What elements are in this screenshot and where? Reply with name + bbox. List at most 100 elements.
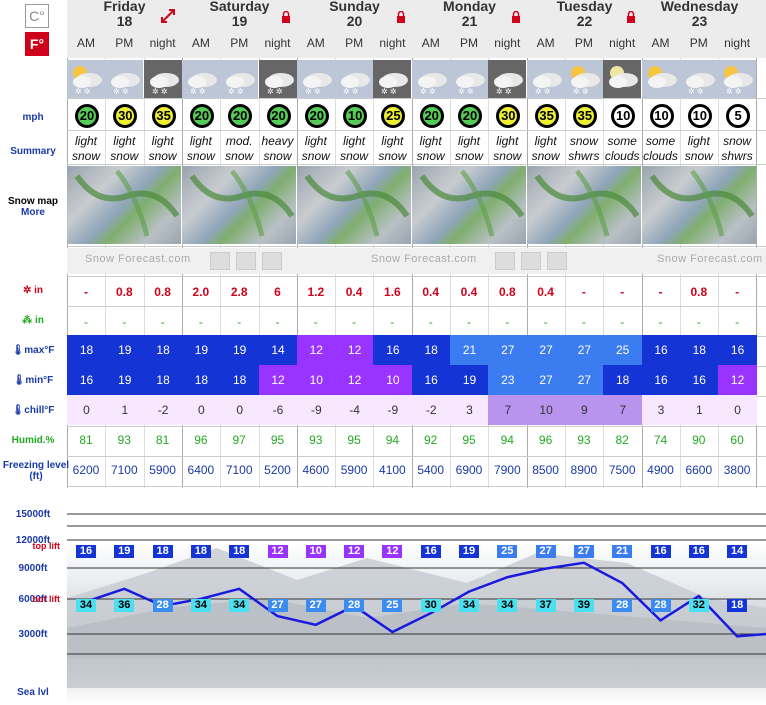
max-temp-cell: 18 [143,335,183,365]
redo-icon[interactable] [521,252,541,270]
fahrenheit-button[interactable]: F° [25,32,49,56]
night-heavy-snow-icon: ✲ ✲ [258,60,297,98]
bot-lift-temp: 30 [420,599,441,612]
fahrenheit-label: F° [29,36,45,52]
min-temp-cell: 16 [67,365,106,395]
cloud-snow-icon: ✲ ✲ [181,60,220,98]
snow-value: 0.8 [115,285,133,299]
cloud-snow-icon: ✲ ✲ [296,60,335,98]
period-label: night [724,36,751,50]
wind-speed: 35 [577,108,593,123]
wind-arrow-icon: 30 [496,104,521,128]
snow-map-image[interactable] [412,166,526,244]
snow-map-more-link[interactable]: More [0,207,66,218]
snow-map-image[interactable] [642,166,756,244]
summary-line1: snow [723,134,752,148]
summary-line2: snow [225,149,254,163]
chill-cell: 7 [488,395,528,425]
humidity-value: 96 [194,433,208,447]
bot-lift-temp: 32 [688,599,709,612]
snow-value: - [658,285,663,299]
wind-arrow-icon: 20 [419,104,444,128]
svg-text:✲ ✲: ✲ ✲ [726,87,742,96]
wind-speed: 10 [347,108,363,123]
expand-icon[interactable] [210,252,230,270]
snow-value: 2.0 [192,285,210,299]
top-lift-temp: 27 [573,545,594,558]
svg-text:✲ ✲: ✲ ✲ [458,87,474,96]
expand-icon[interactable] [160,8,176,24]
freezing-level-value: 4100 [379,463,406,477]
snow-map-image[interactable] [297,166,411,244]
wind-arrow-icon: 25 [381,104,406,128]
top-lift-temp: 18 [229,545,250,558]
summary-line2: snow [684,149,713,163]
redo-icon[interactable] [236,252,256,270]
humidity-value: 94 [500,433,514,447]
lock-icon[interactable] [281,10,291,23]
max-temp-cell: 16 [641,335,681,365]
snow-value: 1.2 [307,285,325,299]
min-temp-cell: 12 [258,365,298,395]
period-label: night [149,36,176,50]
lock-icon[interactable] [511,10,521,23]
freezing-level-value: 6200 [72,463,100,477]
alt-15000-label: 15000ft [15,509,51,520]
day-name: Sunday [329,0,380,14]
humidity-value: 93 [117,433,131,447]
chill-cell: -9 [296,395,336,425]
bot-lift-temp: 34 [190,599,211,612]
expand-icon[interactable] [495,252,515,270]
row-divider [67,276,766,277]
period-label: night [494,36,521,50]
summary-line1: light [343,134,366,148]
row-divider [67,164,766,165]
chill-cell: 9 [564,395,604,425]
cloud-snow-icon: ✲ ✲ [411,60,450,98]
max-temp-cell: 25 [603,335,643,365]
thermometer-icon: 🌡 [11,345,25,356]
row-divider [67,486,766,487]
min-temp-cell: 19 [105,365,145,395]
period-label: AM [306,36,325,50]
settings-icon[interactable] [547,252,567,270]
wind-speed: 35 [156,108,171,123]
min-temp-cell: 18 [603,365,643,395]
humidity-value: 95 [270,433,285,447]
period-label: PM [574,36,593,50]
max-temp-cell: 27 [564,335,604,365]
chill-label-row: 🌡chill°F [0,405,66,416]
max-temp-cell: 19 [105,335,145,365]
snow-value: 0.8 [690,285,708,299]
settings-icon[interactable] [262,252,282,270]
cloud-snow-icon: ✲ ✲ [220,60,259,98]
max-temp-cell: 14 [258,335,298,365]
summary-line1: snow [569,134,598,148]
celsius-button[interactable]: C° [25,4,49,28]
snow-map-image[interactable] [182,166,296,244]
snow-map-image[interactable] [67,166,181,244]
svg-text:✲ ✲: ✲ ✲ [190,87,206,96]
night-cloud-snow-icon: ✲ ✲ [373,60,412,98]
bot-lift-temp: 25 [382,599,403,612]
snow-label: in [34,285,44,296]
humidity-value: 96 [538,433,553,447]
snow-value: 0.4 [537,285,554,299]
lock-icon[interactable] [626,10,636,23]
summary-line1: light [457,134,480,148]
top-lift-temp: 18 [152,545,173,558]
row-divider [67,98,766,99]
summary-line1: light [74,134,97,148]
svg-text:✲ ✲: ✲ ✲ [113,87,129,96]
bot-lift-temp: 28 [650,599,671,612]
snow-map-image[interactable] [527,166,641,244]
wind-speed: 20 [232,108,248,123]
lock-icon[interactable] [396,10,406,23]
row-divider [67,246,766,247]
day-date: 20 [346,13,363,29]
summary-line2: clouds [643,149,678,163]
snow-value: 2.8 [230,285,248,299]
period-label: PM [115,36,134,50]
wind-speed: 20 [194,108,210,123]
wind-speed: 25 [386,108,401,123]
